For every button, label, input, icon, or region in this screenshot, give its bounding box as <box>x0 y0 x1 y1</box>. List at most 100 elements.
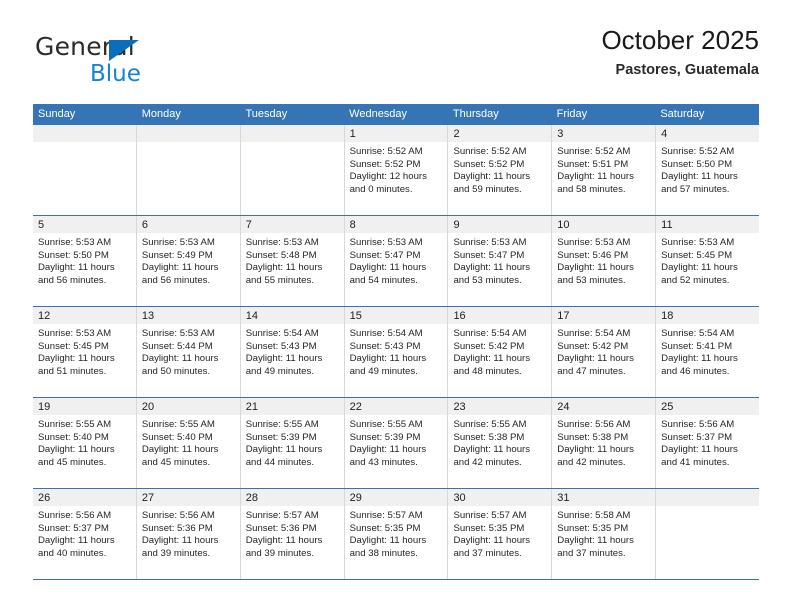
day-number: 12 <box>33 307 136 324</box>
day-sun-info: Sunrise: 5:57 AM Sunset: 5:35 PM Daylight:… <box>448 506 551 560</box>
calendar-day-cell[interactable]: 29 Sunrise: 5:57 AM Sunset: 5:35 PM Dayligh… <box>344 489 449 579</box>
sunset-text: Sunset: 5:47 PM <box>349 249 421 261</box>
day-sun-info: Sunrise: 5:54 AM Sunset: 5:43 PM Daylight:… <box>241 324 344 378</box>
calendar-day-cell[interactable]: 24 Sunrise: 5:56 AM Sunset: 5:38 PM Dayligh… <box>552 398 657 488</box>
calendar-day-cell[interactable]: 18 Sunrise: 5:54 AM Sunset: 5:41 PM Dayligh… <box>656 307 760 397</box>
day-number: 20 <box>136 398 240 415</box>
daylight-text: Daylight: 12 hours and 0 minutes. <box>349 171 427 195</box>
sunset-text: Sunset: 5:41 PM <box>661 340 733 352</box>
day-sun-info: Sunrise: 5:55 AM Sunset: 5:38 PM Daylight:… <box>448 415 551 469</box>
day-number: 29 <box>344 489 448 506</box>
calendar-day-cell[interactable]: 9 Sunrise: 5:53 AM Sunset: 5:47 PM Daylight… <box>448 216 553 306</box>
day-number: 10 <box>552 216 656 233</box>
calendar-day-cell[interactable]: 12 Sunrise: 5:53 AM Sunset: 5:45 PM Dayligh… <box>33 307 137 397</box>
calendar-week-row: 26 Sunrise: 5:56 AM Sunset: 5:37 PM Dayligh… <box>33 489 760 580</box>
page-title: October 2025 <box>601 25 759 55</box>
day-sun-info: Sunrise: 5:52 AM Sunset: 5:52 PM Daylight:… <box>448 142 551 196</box>
sunset-text: Sunset: 5:50 PM <box>661 158 733 170</box>
title-block: October 2025 Pastores, Guatemala <box>601 25 759 79</box>
calendar-week-row: 19 Sunrise: 5:55 AM Sunset: 5:40 PM Dayligh… <box>33 398 760 489</box>
calendar-day-cell[interactable]: 30 Sunrise: 5:57 AM Sunset: 5:35 PM Dayligh… <box>448 489 553 579</box>
sunset-text: Sunset: 5:43 PM <box>245 340 317 352</box>
calendar-day-cell[interactable]: 6 Sunrise: 5:53 AM Sunset: 5:49 PM Daylight… <box>136 216 241 306</box>
daylight-text: Daylight: 11 hours and 42 minutes. <box>453 444 531 468</box>
calendar-day-cell[interactable]: 7 Sunrise: 5:53 AM Sunset: 5:48 PM Daylight… <box>240 216 345 306</box>
sunrise-text: Sunrise: 5:53 AM <box>661 237 735 248</box>
sunset-text: Sunset: 5:39 PM <box>349 431 421 443</box>
day-number: 9 <box>448 216 552 233</box>
calendar-day-cell[interactable]: 23 Sunrise: 5:55 AM Sunset: 5:38 PM Dayligh… <box>448 398 553 488</box>
calendar-day-cell[interactable]: 26 Sunrise: 5:56 AM Sunset: 5:37 PM Dayligh… <box>33 489 137 579</box>
day-number: 15 <box>344 307 448 324</box>
calendar-day-cell[interactable]: 1 Sunrise: 5:52 AM Sunset: 5:52 PM Daylight… <box>344 125 449 215</box>
calendar-day-cell[interactable]: 2 Sunrise: 5:52 AM Sunset: 5:52 PM Daylight… <box>448 125 553 215</box>
daylight-text: Daylight: 11 hours and 38 minutes. <box>349 535 427 559</box>
day-sun-info: Sunrise: 5:53 AM Sunset: 5:48 PM Daylight:… <box>241 233 344 287</box>
day-sun-info: Sunrise: 5:54 AM Sunset: 5:42 PM Daylight:… <box>552 324 655 378</box>
weekday-header-wednesday: Wednesday <box>349 108 408 120</box>
calendar-day-cell[interactable]: 28 Sunrise: 5:57 AM Sunset: 5:36 PM Dayligh… <box>240 489 345 579</box>
daylight-text: Daylight: 11 hours and 58 minutes. <box>557 171 634 195</box>
sunset-text: Sunset: 5:42 PM <box>453 340 525 352</box>
sunrise-text: Sunrise: 5:53 AM <box>38 237 112 248</box>
day-sun-info: Sunrise: 5:52 AM Sunset: 5:52 PM Daylight:… <box>345 142 448 196</box>
day-sun-info: Sunrise: 5:53 AM Sunset: 5:49 PM Daylight:… <box>137 233 240 287</box>
day-number: 18 <box>656 307 760 324</box>
day-number <box>33 125 136 142</box>
calendar-day-cell-empty <box>136 125 241 215</box>
calendar-day-cell[interactable]: 5 Sunrise: 5:53 AM Sunset: 5:50 PM Daylight… <box>33 216 137 306</box>
calendar-day-cell[interactable]: 15 Sunrise: 5:54 AM Sunset: 5:43 PM Dayligh… <box>344 307 449 397</box>
sunset-text: Sunset: 5:45 PM <box>661 249 733 261</box>
sunset-text: Sunset: 5:42 PM <box>557 340 629 352</box>
calendar-day-cell[interactable]: 13 Sunrise: 5:53 AM Sunset: 5:44 PM Dayligh… <box>136 307 241 397</box>
sunset-text: Sunset: 5:43 PM <box>349 340 421 352</box>
day-sun-info: Sunrise: 5:55 AM Sunset: 5:40 PM Daylight:… <box>33 415 136 469</box>
calendar-day-cell[interactable]: 14 Sunrise: 5:54 AM Sunset: 5:43 PM Dayligh… <box>240 307 345 397</box>
calendar-day-cell[interactable]: 20 Sunrise: 5:55 AM Sunset: 5:40 PM Dayligh… <box>136 398 241 488</box>
sunset-text: Sunset: 5:35 PM <box>453 522 525 534</box>
calendar-day-cell[interactable]: 11 Sunrise: 5:53 AM Sunset: 5:45 PM Dayligh… <box>656 216 760 306</box>
daylight-text: Daylight: 11 hours and 43 minutes. <box>349 444 427 468</box>
brand-logo[interactable]: General Blue <box>33 26 293 86</box>
calendar-day-cell-empty <box>240 125 345 215</box>
calendar-day-cell[interactable]: 8 Sunrise: 5:53 AM Sunset: 5:47 PM Daylight… <box>344 216 449 306</box>
daylight-text: Daylight: 11 hours and 57 minutes. <box>661 171 738 195</box>
daylight-text: Daylight: 11 hours and 37 minutes. <box>557 535 634 559</box>
day-sun-info: Sunrise: 5:54 AM Sunset: 5:43 PM Daylight:… <box>345 324 448 378</box>
calendar-day-cell[interactable]: 19 Sunrise: 5:55 AM Sunset: 5:40 PM Dayligh… <box>33 398 137 488</box>
day-number: 31 <box>552 489 656 506</box>
calendar-day-cell[interactable]: 17 Sunrise: 5:54 AM Sunset: 5:42 PM Dayligh… <box>552 307 657 397</box>
day-number: 6 <box>136 216 240 233</box>
calendar-day-cell[interactable]: 22 Sunrise: 5:55 AM Sunset: 5:39 PM Dayligh… <box>344 398 449 488</box>
calendar-day-cell[interactable]: 31 Sunrise: 5:58 AM Sunset: 5:35 PM Dayligh… <box>552 489 657 579</box>
day-sun-info: Sunrise: 5:56 AM Sunset: 5:37 PM Daylight:… <box>33 506 136 560</box>
calendar-day-cell[interactable]: 3 Sunrise: 5:52 AM Sunset: 5:51 PM Daylight… <box>552 125 657 215</box>
daylight-text: Daylight: 11 hours and 44 minutes. <box>245 444 323 468</box>
weekday-header-monday: Monday <box>141 108 181 120</box>
sunset-text: Sunset: 5:49 PM <box>141 249 213 261</box>
calendar-day-cell[interactable]: 21 Sunrise: 5:55 AM Sunset: 5:39 PM Dayligh… <box>240 398 345 488</box>
day-number: 27 <box>136 489 240 506</box>
calendar-day-cell[interactable]: 25 Sunrise: 5:56 AM Sunset: 5:37 PM Dayligh… <box>656 398 760 488</box>
calendar-day-cell[interactable]: 16 Sunrise: 5:54 AM Sunset: 5:42 PM Dayligh… <box>448 307 553 397</box>
day-number <box>136 125 240 142</box>
daylight-text: Daylight: 11 hours and 54 minutes. <box>349 262 427 286</box>
sunrise-text: Sunrise: 5:53 AM <box>141 237 215 248</box>
calendar-day-cell[interactable]: 4 Sunrise: 5:52 AM Sunset: 5:50 PM Daylight… <box>656 125 760 215</box>
daylight-text: Daylight: 11 hours and 51 minutes. <box>38 353 115 377</box>
sunset-text: Sunset: 5:48 PM <box>245 249 317 261</box>
day-number: 22 <box>344 398 448 415</box>
sunset-text: Sunset: 5:37 PM <box>661 431 733 443</box>
day-sun-info: Sunrise: 5:54 AM Sunset: 5:41 PM Daylight:… <box>656 324 759 378</box>
sunset-text: Sunset: 5:39 PM <box>245 431 317 443</box>
sunrise-text: Sunrise: 5:54 AM <box>349 328 423 339</box>
sunset-text: Sunset: 5:51 PM <box>557 158 629 170</box>
daylight-text: Daylight: 11 hours and 39 minutes. <box>141 535 219 559</box>
sunrise-text: Sunrise: 5:57 AM <box>349 510 423 521</box>
sunrise-text: Sunrise: 5:56 AM <box>557 419 631 430</box>
weekday-header-friday: Friday <box>556 108 588 120</box>
daylight-text: Daylight: 11 hours and 49 minutes. <box>349 353 427 377</box>
day-number: 23 <box>448 398 552 415</box>
calendar-day-cell[interactable]: 27 Sunrise: 5:56 AM Sunset: 5:36 PM Dayligh… <box>136 489 241 579</box>
calendar-day-cell[interactable]: 10 Sunrise: 5:53 AM Sunset: 5:46 PM Dayligh… <box>552 216 657 306</box>
